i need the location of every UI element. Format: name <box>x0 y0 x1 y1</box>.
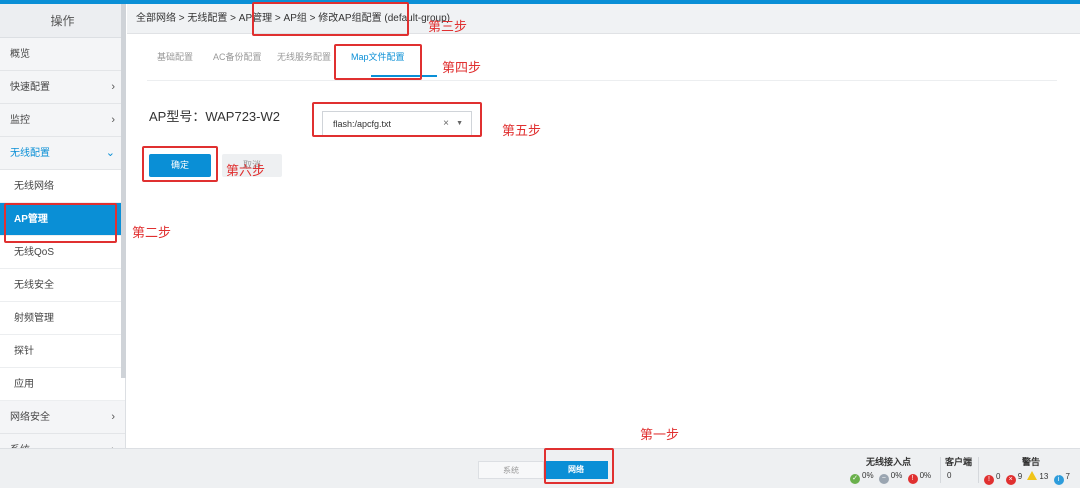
sidebar-item-wireless-config[interactable]: 无线配置 ⌄ <box>0 137 125 170</box>
ap-offline-value: 0% <box>890 471 903 480</box>
annotation-step5: 第五步 <box>502 123 542 138</box>
alert-info-value: 7 <box>1065 472 1070 481</box>
ap-error-value: 0% <box>919 471 932 480</box>
info-icon: i <box>1053 475 1064 485</box>
sidebar-item-quick-config[interactable]: 快速配置 › <box>0 71 125 104</box>
sidebar-subitem-radio-management[interactable]: 射频管理 <box>0 302 125 335</box>
chevron-right-icon: › <box>111 434 115 448</box>
sidebar-subitem-wireless-security[interactable]: 无线安全 <box>0 269 125 302</box>
chevron-right-icon: › <box>111 114 115 126</box>
alert-major-value: 9 <box>1017 472 1023 481</box>
ap-model-label: AP型号：WAP723-W2 <box>149 109 280 124</box>
network-tab-button[interactable]: 网络 <box>544 461 608 479</box>
alerts-stats[interactable]: ! 0 × 9 13 i7 <box>984 471 1070 485</box>
tab-divider <box>147 80 1057 81</box>
annotation-step1: 第一步 <box>640 427 680 442</box>
sidebar-item-monitor[interactable]: 监控 › <box>0 104 125 137</box>
tab-wireless-service-config[interactable]: 无线服务配置 <box>277 50 331 63</box>
wireless-ap-stats: ✓ 0% −0% ! 0% <box>850 471 931 484</box>
sidebar-item-label: 快速配置 <box>10 82 50 93</box>
annotation-step2: 第二步 <box>132 225 172 240</box>
main-panel: 全部网络 > 无线配置 > AP管理 > AP组 > 修改AP组配置 (defa… <box>127 4 1080 448</box>
tab-ac-backup-config[interactable]: AC备份配置 <box>213 50 262 63</box>
critical-alert-icon: ! <box>984 475 994 485</box>
active-tab-underline <box>371 75 437 77</box>
offline-icon: − <box>878 474 889 484</box>
chevron-down-icon: ⌄ <box>105 147 115 159</box>
system-tab-button[interactable]: 系统 <box>478 461 544 479</box>
sidebar-subitem-ap-management[interactable]: AP管理 <box>0 203 125 236</box>
sidebar-item-label: 无线配置 <box>10 148 50 159</box>
tab-map-file-config[interactable]: Map文件配置 <box>351 50 405 63</box>
breadcrumb[interactable]: 全部网络 > 无线配置 > AP管理 > AP组 > 修改AP组配置 (defa… <box>127 4 1080 34</box>
chevron-right-icon: › <box>111 411 115 423</box>
chevron-right-icon: › <box>111 81 115 93</box>
warning-icon <box>1027 471 1038 480</box>
sidebar-item-system[interactable]: 系统 › <box>0 434 125 448</box>
alert-critical-value: 0 <box>996 472 1001 481</box>
major-alert-icon: × <box>1005 475 1016 485</box>
annotation-step3: 第三步 <box>428 19 468 34</box>
ok-button[interactable]: 确定 <box>149 154 211 177</box>
annotation-step4: 第四步 <box>442 60 482 75</box>
annotation-step6: 第六步 <box>226 163 266 178</box>
ap-online-value: 0% <box>862 471 874 480</box>
map-file-value: flash:/apcfg.txt <box>333 119 392 129</box>
sidebar-item-label: 网络安全 <box>10 412 50 423</box>
alert-warning-value: 13 <box>1039 472 1049 481</box>
caret-down-icon[interactable]: ▼ <box>456 112 463 136</box>
sidebar-scrollbar[interactable] <box>121 4 126 378</box>
sidebar: 操作 概览 快速配置 › 监控 › 无线配置 ⌄ 无线网络 AP管理 无线QoS… <box>0 4 126 448</box>
sidebar-header: 操作 <box>0 4 125 38</box>
clear-icon[interactable]: × <box>443 112 449 136</box>
sidebar-subitem-wireless-qos[interactable]: 无线QoS <box>0 236 125 269</box>
sidebar-item-network-security[interactable]: 网络安全 › <box>0 401 125 434</box>
stat-divider <box>978 457 979 483</box>
tab-basic-config[interactable]: 基础配置 <box>157 50 193 63</box>
bottom-status-bar: 系统 网络 无线接入点 ✓ 0% −0% ! 0% 客户端 0 警告 ! 0 × 9 1… <box>0 448 1080 488</box>
sidebar-subitem-probe[interactable]: 探针 <box>0 335 125 368</box>
clients-title: 客户端 <box>945 457 973 467</box>
alerts-title: 警告 <box>1022 457 1041 467</box>
error-icon: ! <box>907 474 918 484</box>
clients-value: 0 <box>947 471 952 480</box>
wireless-ap-title: 无线接入点 <box>866 457 912 467</box>
sidebar-item-label: 监控 <box>10 115 30 126</box>
stat-divider <box>940 457 941 483</box>
sidebar-item-label: 概览 <box>10 49 30 60</box>
sidebar-subitem-application[interactable]: 应用 <box>0 368 125 401</box>
sidebar-item-overview[interactable]: 概览 <box>0 38 125 71</box>
sidebar-subitem-wireless-network[interactable]: 无线网络 <box>0 170 125 203</box>
ok-check-icon: ✓ <box>850 474 860 484</box>
map-file-select[interactable]: flash:/apcfg.txt × ▼ <box>322 111 472 137</box>
